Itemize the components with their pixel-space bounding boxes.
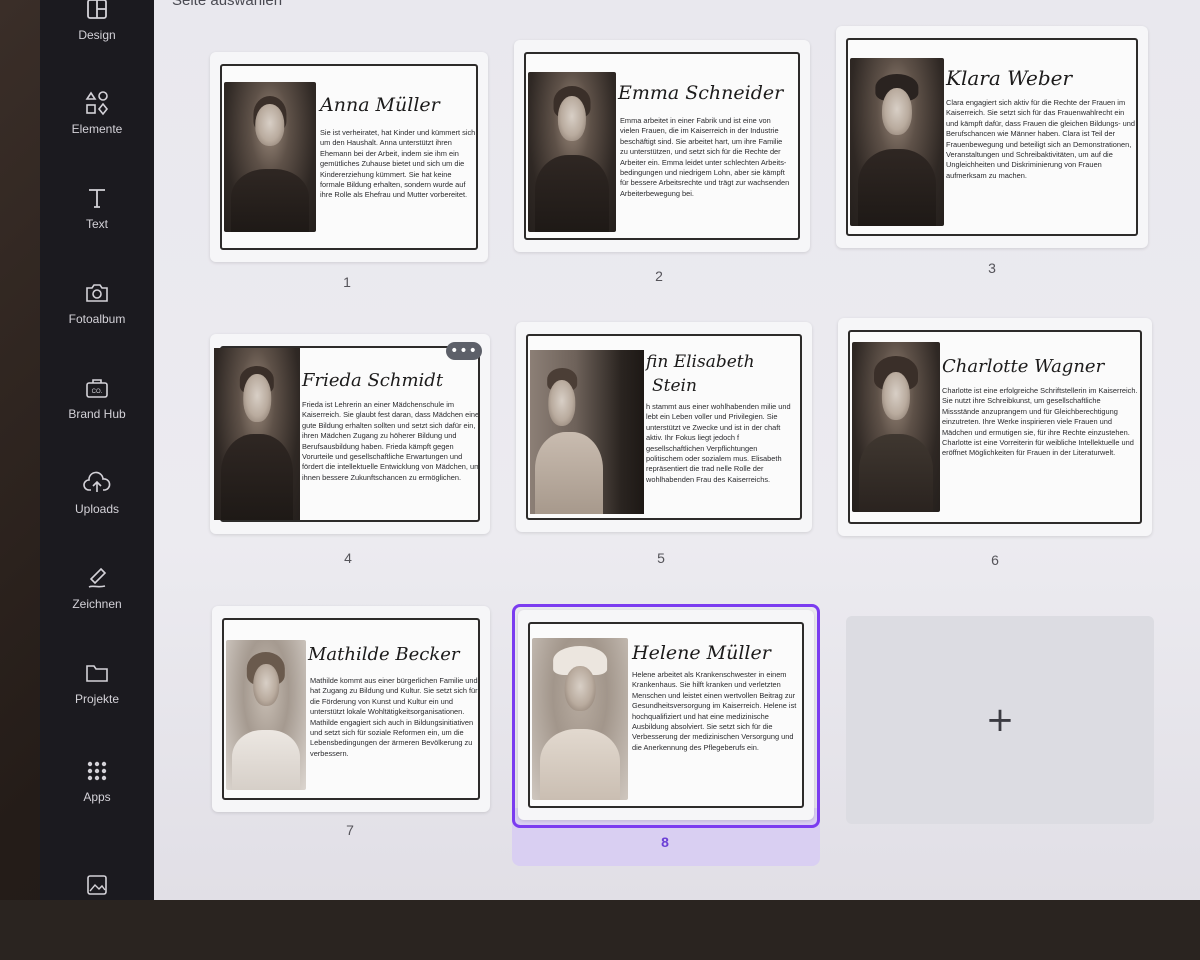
sidebar-item-label: Zeichnen — [72, 597, 122, 611]
folder-icon — [82, 658, 112, 688]
draw-icon — [82, 563, 112, 593]
layout-icon — [82, 0, 112, 24]
cloud-upload-icon — [82, 468, 112, 498]
person-description: Charlotte ist eine erfolgreiche Schrifts… — [942, 386, 1138, 458]
page-thumbnail-1[interactable]: Anna Müller Sie ist verheiratet, hat Kin… — [210, 52, 488, 262]
card-frame: Anna Müller Sie ist verheiratet, hat Kin… — [220, 64, 478, 250]
person-description: h stammt aus einer wohlhabenden milie un… — [646, 402, 791, 484]
card-frame: Klara Weber Clara engagiert sich aktiv f… — [846, 38, 1138, 236]
page-number: 5 — [657, 550, 665, 566]
sidebar-item-design[interactable]: Design — [40, 0, 154, 84]
sidebar-item-label: Fotoalbum — [68, 312, 126, 326]
person-name: Helene Müller — [632, 642, 771, 664]
card-frame: Emma Schneider Emma arbeitet in einer Fa… — [524, 52, 800, 240]
sidebar-item-label: Text — [85, 217, 108, 231]
brand-icon: CO. — [82, 373, 112, 403]
person-name: Charlotte Wagner — [942, 356, 1105, 377]
card-frame: Mathilde Becker Mathilde kommt aus einer… — [222, 618, 480, 800]
person-name-line2: Stein — [652, 376, 697, 396]
person-description: Mathilde kommt aus einer bürgerlichen Fa… — [310, 676, 478, 758]
sidebar-item-label: Elemente — [71, 122, 123, 136]
page-number: 7 — [346, 822, 354, 838]
page-grid: Seite auswählen Anna Müller Sie ist verh… — [154, 0, 1200, 900]
person-description: Sie ist verheiratet, hat Kinder und kümm… — [320, 128, 476, 200]
sidebar-item-photos[interactable] — [40, 870, 154, 960]
card-frame: fin Elisabeth Stein h stammt aus einer w… — [526, 334, 802, 520]
sidebar-item-brand-hub[interactable]: CO. Brand Hub — [40, 373, 154, 463]
page-thumbnail-4[interactable]: Frieda Schmidt Frieda ist Lehrerin an ei… — [210, 334, 490, 534]
portrait-photo — [530, 350, 644, 514]
page-selector-label: Seite auswählen — [172, 0, 283, 9]
portrait-photo — [224, 82, 316, 232]
camera-icon — [82, 278, 112, 308]
page-number-selected: 8 — [661, 834, 669, 850]
person-name: Frieda Schmidt — [302, 370, 444, 391]
page-number: 4 — [344, 550, 352, 566]
person-description: Helene arbeitet als Krankenschwester in … — [632, 670, 797, 752]
card-frame: Frieda Schmidt Frieda ist Lehrerin an ei… — [214, 346, 481, 522]
page-number: 3 — [988, 260, 996, 276]
person-description: Clara engagiert sich aktiv für die Recht… — [946, 98, 1135, 180]
page-number: 1 — [343, 274, 351, 290]
sidebar-item-text[interactable]: Text — [40, 183, 154, 273]
sidebar-item-fotoalbum[interactable]: Fotoalbum — [40, 278, 154, 368]
card-frame: Helene Müller Helene arbeitet als Kranke… — [528, 622, 804, 808]
sidebar-item-projekte[interactable]: Projekte — [40, 658, 154, 748]
sidebar: Design Elemente Text Fotoalbum CO. Brand… — [40, 0, 154, 900]
portrait-photo — [852, 342, 940, 512]
person-description: Frieda ist Lehrerin an einer Mädchenschu… — [302, 400, 481, 482]
page-thumbnail-5[interactable]: fin Elisabeth Stein h stammt aus einer w… — [516, 322, 812, 532]
portrait-photo — [214, 348, 300, 520]
page-thumbnail-8[interactable]: Helene Müller Helene arbeitet als Kranke… — [518, 610, 814, 820]
page-thumbnail-3[interactable]: Klara Weber Clara engagiert sich aktiv f… — [836, 26, 1148, 248]
page-number: 2 — [655, 268, 663, 284]
sidebar-item-label: Apps — [83, 790, 111, 804]
portrait-photo — [532, 638, 628, 800]
portrait-photo — [528, 72, 616, 232]
card-frame: Charlotte Wagner Charlotte ist eine erfo… — [848, 330, 1142, 524]
person-name: Emma Schneider — [618, 82, 784, 104]
image-icon — [82, 870, 112, 900]
sidebar-item-uploads[interactable]: Uploads — [40, 468, 154, 558]
sidebar-item-label: Projekte — [74, 692, 120, 706]
page-thumbnail-7[interactable]: Mathilde Becker Mathilde kommt aus einer… — [212, 606, 490, 812]
sidebar-item-label: Uploads — [74, 502, 120, 516]
more-options-button[interactable]: ••• — [446, 342, 482, 360]
sidebar-item-label: Design — [78, 28, 116, 42]
sidebar-item-zeichnen[interactable]: Zeichnen — [40, 563, 154, 653]
sidebar-item-label: Brand Hub — [68, 407, 126, 421]
screen: Design Elemente Text Fotoalbum CO. Brand… — [0, 0, 1200, 900]
shapes-icon — [82, 88, 112, 118]
sidebar-item-elemente[interactable]: Elemente — [40, 88, 154, 178]
person-name: Anna Müller — [320, 94, 440, 116]
apps-grid-icon — [82, 756, 112, 786]
sidebar-item-apps[interactable]: Apps — [40, 756, 154, 846]
person-name: Mathilde Becker — [308, 644, 460, 665]
page-thumbnail-6[interactable]: Charlotte Wagner Charlotte ist eine erfo… — [838, 318, 1152, 536]
text-icon — [82, 183, 112, 213]
page-thumbnail-2[interactable]: Emma Schneider Emma arbeitet in einer Fa… — [514, 40, 810, 252]
portrait-photo — [226, 640, 306, 790]
portrait-photo — [850, 58, 944, 226]
person-description: Emma arbeitet in einer Fabrik und ist ei… — [620, 116, 790, 198]
page-number: 6 — [991, 552, 999, 568]
plus-icon: + — [985, 700, 1015, 740]
person-name: fin Elisabeth — [646, 352, 755, 372]
person-name: Klara Weber — [946, 66, 1073, 90]
add-page-button[interactable]: + — [846, 616, 1154, 824]
svg-text:CO.: CO. — [92, 389, 103, 395]
